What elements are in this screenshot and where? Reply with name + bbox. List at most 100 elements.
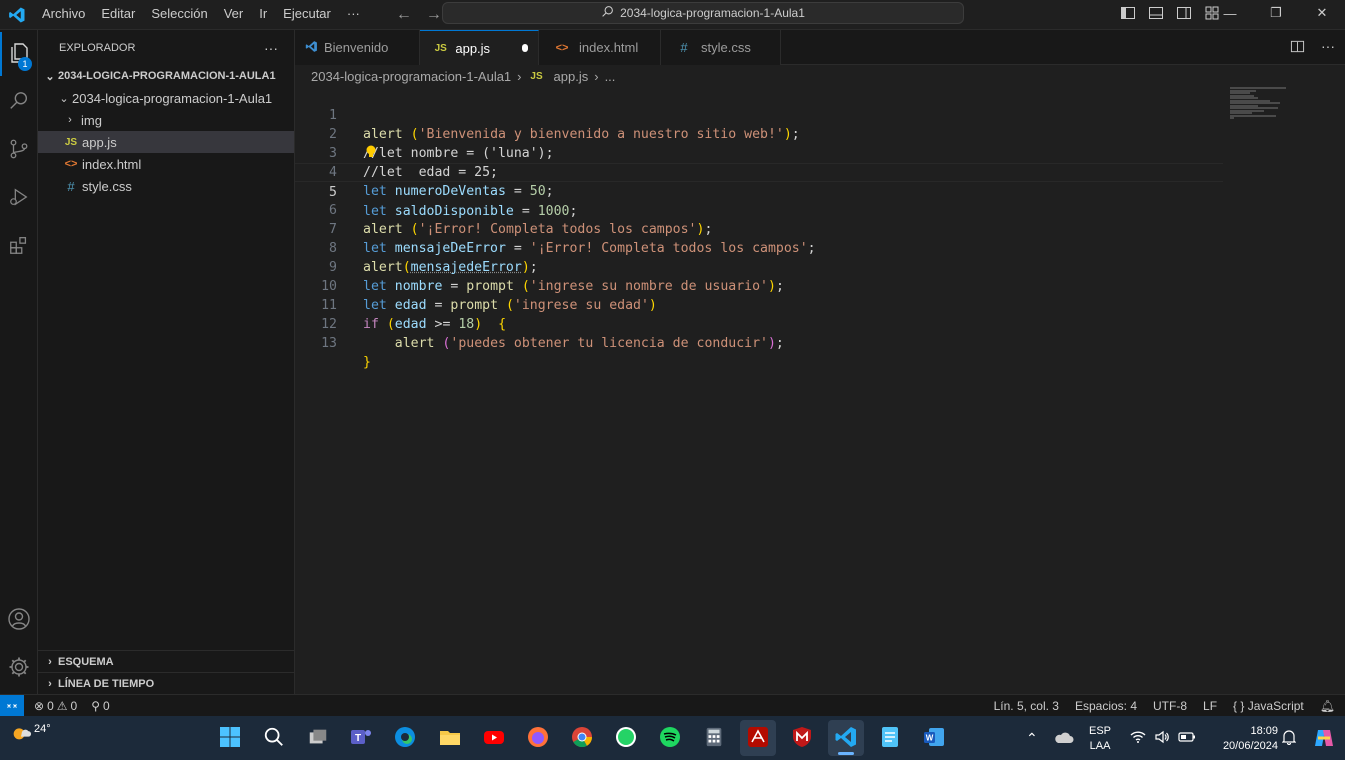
tab-bienvenido[interactable]: Bienvenido: [295, 30, 420, 65]
toggle-panel-icon[interactable]: [1148, 5, 1164, 24]
menu-more[interactable]: ···: [339, 0, 368, 30]
menu-ver[interactable]: Ver: [216, 0, 252, 30]
whatsapp-app[interactable]: [608, 720, 644, 756]
outline-section[interactable]: › ESQUEMA: [38, 650, 294, 672]
taskbar-search[interactable]: [256, 720, 292, 756]
extensions-activity[interactable]: [0, 224, 38, 268]
subfolder-row[interactable]: ⌄ 2034-logica-programacion-1-Aula1: [38, 87, 294, 109]
show-hidden-icons-icon[interactable]: ⌃: [1026, 730, 1038, 747]
code-line[interactable]: 9 let nombre = prompt ('ingrese su nombr…: [295, 239, 1223, 294]
menu-ir[interactable]: Ir: [251, 0, 275, 30]
vscode-app[interactable]: [828, 720, 864, 756]
source-control-activity[interactable]: [0, 128, 38, 172]
problems-indicator[interactable]: ⊗ 0 ⚠ 0: [34, 699, 77, 713]
vscode-logo-icon: [834, 725, 858, 752]
code-line[interactable]: 7 let mensajeDeError = '¡Error! Completa…: [295, 201, 1223, 256]
notifications-bell-icon[interactable]: [1281, 729, 1297, 748]
menu-seleccion[interactable]: Selección: [143, 0, 215, 30]
mcafee-app[interactable]: [784, 720, 820, 756]
minimap[interactable]: [1230, 87, 1290, 119]
breadcrumb-file[interactable]: app.js: [554, 69, 589, 84]
code-line[interactable]: 4 let numeroDeVentas = 50;: [295, 144, 1223, 199]
file-index-html-row[interactable]: <> index.html: [38, 153, 294, 175]
forward-arrow-icon[interactable]: →: [426, 6, 442, 24]
acrobat-app[interactable]: [740, 720, 776, 756]
tab-index-html[interactable]: <> index.html: [539, 30, 661, 65]
spotify-app[interactable]: [652, 720, 688, 756]
workspace-root-folder[interactable]: ⌄ 2034-LOGICA-PROGRAMACION-1-AULA1: [38, 65, 294, 87]
file-app-js-row[interactable]: JS app.js: [38, 131, 294, 153]
accounts-activity[interactable]: [0, 598, 38, 642]
firefox-app[interactable]: [520, 720, 556, 756]
tab-style-css[interactable]: # style.css: [661, 30, 781, 65]
root-folder-label: 2034-LOGICA-PROGRAMACION-1-AULA1: [58, 70, 276, 82]
account-icon: [7, 607, 31, 634]
breadcrumb-folder[interactable]: 2034-logica-programacion-1-Aula1: [311, 69, 511, 84]
file-style-css-row[interactable]: # style.css: [38, 175, 294, 197]
chrome-app[interactable]: [564, 720, 600, 756]
tab-label: Bienvenido: [324, 40, 389, 55]
system-tray: ⌃: [1020, 716, 1074, 760]
code-line[interactable]: 3 //let edad = 25;: [295, 125, 1223, 180]
cursor-position[interactable]: Lín. 5, col. 3: [994, 699, 1059, 713]
task-view-button[interactable]: [300, 720, 336, 756]
tab-app-js[interactable]: JS app.js: [420, 30, 539, 65]
copilot-icon[interactable]: [1312, 726, 1336, 753]
quick-settings[interactable]: [1130, 716, 1196, 760]
explorer-more-button[interactable]: ···: [264, 40, 278, 56]
battery-icon: [1178, 731, 1196, 746]
code-line[interactable]: 12 alert ('puedes obtener tu licencia de…: [295, 296, 1223, 351]
code-line[interactable]: 6 alert ('¡Error! Completa todos los cam…: [295, 182, 1223, 237]
code-line[interactable]: 11 if (edad >= 18) {: [295, 277, 1223, 332]
menu-editar[interactable]: Editar: [93, 0, 143, 30]
manage-activity[interactable]: [0, 646, 38, 690]
language-mode[interactable]: { } JavaScript: [1233, 699, 1304, 713]
toggle-secondary-sidebar-icon[interactable]: [1176, 5, 1192, 24]
code-line[interactable]: 8 alert(mensajedeError);: [295, 220, 1223, 275]
teams-app[interactable]: T: [343, 720, 379, 756]
search-activity[interactable]: [0, 80, 38, 124]
weather-widget[interactable]: 24°: [10, 722, 51, 747]
encoding[interactable]: UTF-8: [1153, 699, 1187, 713]
explorer-activity[interactable]: 1: [0, 32, 38, 76]
code-line[interactable]: 13 }: [295, 315, 1223, 370]
input-language[interactable]: ESP LAA: [1089, 724, 1111, 754]
folder-img-row[interactable]: › img: [38, 109, 294, 131]
code-line[interactable]: 2 //let nombre = ('luna');: [295, 106, 1223, 161]
timeline-section[interactable]: › LÍNEA DE TIEMPO: [38, 672, 294, 694]
back-arrow-icon[interactable]: ←: [396, 6, 412, 24]
menu-ejecutar[interactable]: Ejecutar: [275, 0, 339, 30]
toggle-primary-sidebar-icon[interactable]: [1120, 5, 1136, 24]
restore-button[interactable]: ❐: [1253, 0, 1299, 26]
chevron-right-icon: ›: [594, 68, 599, 84]
clock[interactable]: 18:09 20/06/2024: [1208, 724, 1278, 754]
notepad-app[interactable]: [872, 720, 908, 756]
edge-app[interactable]: [387, 720, 423, 756]
command-center-search[interactable]: 2034-logica-programacion-1-Aula1: [442, 2, 964, 24]
calculator-app[interactable]: [696, 720, 732, 756]
code-editor[interactable]: 1 alert ('Bienvenida y bienvenido a nues…: [295, 87, 1345, 694]
breadcrumb-more[interactable]: ...: [605, 69, 616, 84]
unsaved-dot-icon[interactable]: [522, 44, 528, 52]
file-explorer-app[interactable]: [432, 720, 468, 756]
bell-icon[interactable]: 🔔︎: [1320, 699, 1335, 713]
indentation[interactable]: Espacios: 4: [1075, 699, 1137, 713]
minimize-button[interactable]: —: [1207, 0, 1253, 26]
youtube-app[interactable]: [476, 720, 512, 756]
lightbulb-icon[interactable]: [365, 145, 377, 162]
split-editor-icon[interactable]: [1290, 39, 1305, 57]
onedrive-icon[interactable]: [1054, 730, 1074, 747]
code-line[interactable]: 1 alert ('Bienvenida y bienvenido a nues…: [295, 87, 1223, 142]
gear-icon: [7, 655, 31, 682]
ports-indicator[interactable]: ⚲ 0: [91, 699, 109, 713]
run-debug-activity[interactable]: [0, 176, 38, 220]
code-line[interactable]: 10 let edad = prompt ('ingrese su edad'): [295, 258, 1223, 313]
remote-indicator-icon[interactable]: [0, 694, 24, 717]
menu-archivo[interactable]: Archivo: [34, 0, 93, 30]
close-button[interactable]: ✕: [1299, 0, 1345, 26]
code-line-current[interactable]: 5 let saldoDisponible = 1000;: [295, 163, 1223, 219]
more-actions-icon[interactable]: ···: [1321, 39, 1335, 57]
start-button[interactable]: [212, 720, 248, 756]
word-app[interactable]: W: [916, 720, 952, 756]
end-of-line[interactable]: LF: [1203, 699, 1217, 713]
